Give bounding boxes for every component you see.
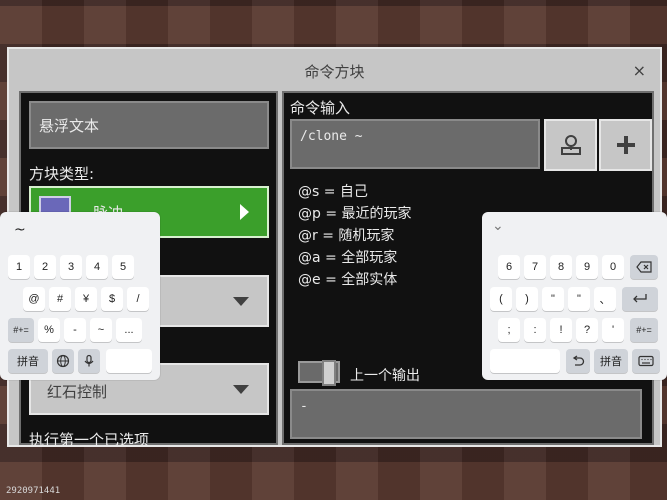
backspace-icon <box>636 261 652 273</box>
plus-icon <box>616 136 635 154</box>
previous-output-label: 上一个输出 <box>350 368 420 384</box>
watermark: 2920971441 <box>6 486 61 496</box>
selector-hint: @s = 自己 <box>298 184 368 200</box>
key-symbols-toggle[interactable]: #+= <box>8 318 34 342</box>
dialog-title-bar: 命令方块 <box>9 49 660 93</box>
undo-icon <box>572 355 585 366</box>
redstone-dropdown-value: 红石控制 <box>47 383 108 401</box>
key-1[interactable]: 1 <box>8 255 30 279</box>
key-7[interactable]: 7 <box>524 255 546 279</box>
command-input[interactable]: /clone ~ <box>290 119 540 169</box>
key-percent[interactable]: % <box>38 318 60 342</box>
key-quote-open[interactable]: " <box>542 287 564 311</box>
globe-icon[interactable] <box>52 349 74 373</box>
key-pinyin[interactable]: 拼音 <box>8 349 48 373</box>
left-keyboard-popup: ~ 1 2 3 4 5 @ # ¥ $ / #+= % - ~ ... 拼音 <box>0 212 160 380</box>
exec-first-label: 执行第一个已选项 <box>29 431 150 449</box>
key-2[interactable]: 2 <box>34 255 56 279</box>
mic-icon[interactable] <box>78 349 100 373</box>
chevron-down-icon <box>233 385 249 394</box>
key-apostrophe[interactable]: ' <box>602 318 624 342</box>
return-icon <box>633 294 647 303</box>
key-quote-close[interactable]: " <box>568 287 590 311</box>
keyboard-icon <box>638 355 654 367</box>
backspace-key[interactable] <box>630 255 658 279</box>
selector-hint: @e = 全部实体 <box>298 272 398 288</box>
undo-key[interactable] <box>566 349 590 373</box>
command-input-label: 命令输入 <box>290 99 351 117</box>
key-4[interactable]: 4 <box>86 255 108 279</box>
mic-icon <box>84 354 94 367</box>
key-0[interactable]: 0 <box>602 255 624 279</box>
key-dollar[interactable]: $ <box>101 287 123 311</box>
key-8[interactable]: 8 <box>550 255 572 279</box>
chevron-right-icon <box>240 204 249 220</box>
key-dunhao[interactable]: 、 <box>594 287 616 311</box>
keyboard-key[interactable] <box>632 349 660 373</box>
key-9[interactable]: 9 <box>576 255 598 279</box>
key-exclaim[interactable]: ! <box>550 318 572 342</box>
return-key[interactable] <box>622 287 658 311</box>
toggle-knob <box>322 360 336 386</box>
key-yen[interactable]: ¥ <box>75 287 97 311</box>
key-at[interactable]: @ <box>23 287 45 311</box>
previous-output-field: - <box>290 389 642 439</box>
command-input-value: /clone ~ <box>300 129 363 144</box>
selector-hint: @p = 最近的玩家 <box>298 206 412 222</box>
key-6[interactable]: 6 <box>498 255 520 279</box>
tilde-preview: ~ <box>14 222 26 238</box>
right-keyboard-popup: ⌄ 6 7 8 9 0 ( ) " " 、 ; : ! ? ' #+= 拼音 <box>482 212 667 380</box>
key-paren-right[interactable]: ) <box>516 287 538 311</box>
key-symbols-toggle[interactable]: #+= <box>630 318 658 342</box>
hover-text-value: 悬浮文本 <box>39 116 100 135</box>
key-space[interactable] <box>490 349 560 373</box>
chevron-down-icon[interactable]: ⌄ <box>492 218 504 234</box>
export-icon <box>560 135 581 155</box>
key-paren-left[interactable]: ( <box>490 287 512 311</box>
key-colon[interactable]: : <box>524 318 546 342</box>
close-icon[interactable]: × <box>633 61 646 80</box>
key-pinyin[interactable]: 拼音 <box>594 349 628 373</box>
hover-text-field[interactable]: 悬浮文本 <box>29 101 269 149</box>
add-button[interactable] <box>599 119 652 171</box>
globe-icon <box>56 354 70 368</box>
dialog-title: 命令方块 <box>304 62 365 81</box>
key-5[interactable]: 5 <box>112 255 134 279</box>
previous-output-toggle[interactable] <box>298 360 340 386</box>
export-button[interactable] <box>544 119 597 171</box>
key-ellipsis[interactable]: ... <box>116 318 142 342</box>
selector-hint: @a = 全部玩家 <box>298 250 398 266</box>
key-hash[interactable]: # <box>49 287 71 311</box>
previous-output-value: - <box>300 399 308 414</box>
key-minus[interactable]: - <box>64 318 86 342</box>
key-question[interactable]: ? <box>576 318 598 342</box>
key-tilde[interactable]: ~ <box>90 318 112 342</box>
selector-hint: @r = 随机玩家 <box>298 228 395 244</box>
key-3[interactable]: 3 <box>60 255 82 279</box>
block-type-label: 方块类型: <box>29 165 95 183</box>
chevron-down-icon <box>233 297 249 306</box>
key-semicolon[interactable]: ; <box>498 318 520 342</box>
key-space[interactable] <box>106 349 152 373</box>
key-slash[interactable]: / <box>127 287 149 311</box>
